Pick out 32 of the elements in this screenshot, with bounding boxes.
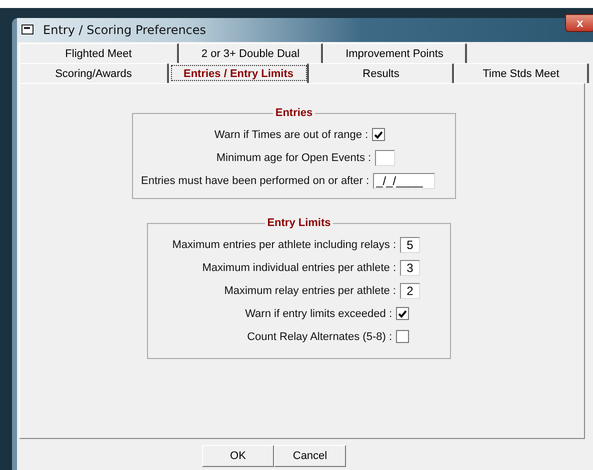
window-title: Entry / Scoring Preferences [43, 23, 206, 37]
checkbox[interactable] [372, 128, 386, 141]
tab[interactable]: Improvement Points [323, 43, 467, 63]
field-label: Maximum individual entries per athlete : [202, 262, 396, 274]
group-title: Entry Limits [266, 217, 332, 229]
checkbox[interactable] [396, 330, 409, 343]
field-label: Warn if entry limits exceeded : [245, 308, 392, 320]
checkbox[interactable] [396, 307, 409, 320]
field-label: Minimum age for Open Events : [216, 152, 372, 164]
tab[interactable]: Results [309, 63, 454, 83]
input-field[interactable] [375, 150, 396, 166]
dialog-button[interactable]: Cancel [274, 445, 346, 467]
field-label: Count Relay Alternates (5-8) : [247, 330, 392, 342]
tab[interactable]: Scoring/Awards [19, 63, 169, 83]
close-button[interactable]: x [565, 14, 593, 32]
check-icon [398, 310, 407, 318]
field-label: Maximum entries per athlete including relays : [172, 238, 396, 250]
tab[interactable]: Entries / Entry Limits [169, 63, 309, 83]
input-field[interactable]: 5 [400, 236, 420, 252]
tab[interactable]: 2 or 3+ Double Dual [179, 43, 323, 63]
dialog-button[interactable]: OK [202, 445, 274, 467]
input-field[interactable]: _/_/____ [373, 172, 436, 188]
field-label: Maximum relay entries per athlete : [224, 284, 396, 296]
field-label: Warn if Times are out of range : [214, 128, 368, 140]
check-icon [374, 130, 384, 138]
tab[interactable]: Time Stds Meet [454, 63, 589, 83]
tab[interactable]: Flighted Meet [19, 43, 179, 63]
input-field[interactable]: 2 [400, 282, 420, 298]
input-field[interactable]: 3 [400, 260, 420, 276]
field-label: Entries must have been performed on or after : [141, 174, 370, 186]
window-icon [21, 24, 35, 36]
group-title: Entries [274, 107, 314, 119]
